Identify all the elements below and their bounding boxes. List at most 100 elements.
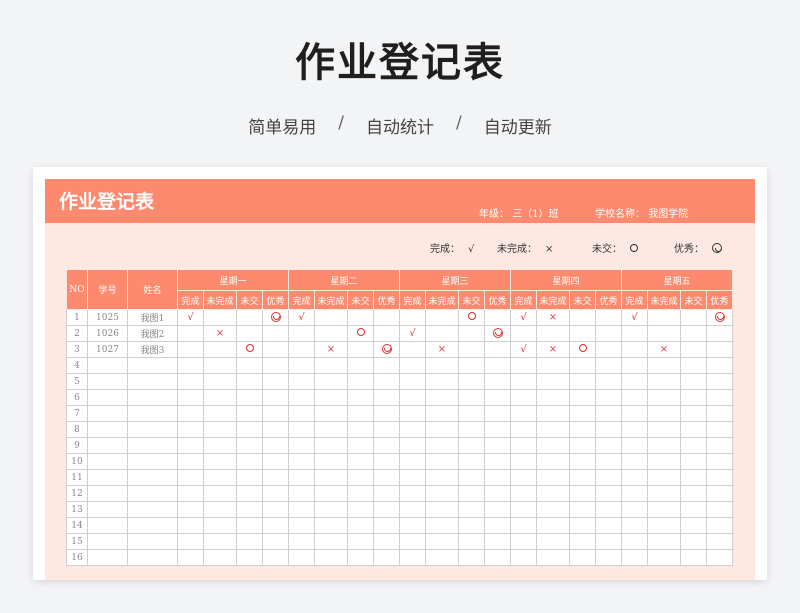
mark-cell[interactable] [262, 357, 289, 374]
mark-cell[interactable] [236, 549, 263, 566]
cell-no[interactable]: 1 [66, 309, 88, 326]
mark-cell[interactable] [621, 533, 648, 550]
mark-cell[interactable] [262, 325, 289, 342]
mark-cell[interactable] [706, 389, 733, 406]
mark-cell[interactable] [425, 405, 459, 422]
mark-cell[interactable] [706, 469, 733, 486]
mark-cell[interactable] [536, 421, 570, 438]
mark-cell[interactable] [595, 501, 622, 518]
mark-cell[interactable] [621, 517, 648, 534]
mark-cell[interactable] [621, 437, 648, 454]
mark-cell[interactable] [236, 309, 263, 326]
mark-cell[interactable] [314, 453, 348, 470]
mark-cell[interactable] [706, 325, 733, 342]
mark-cell[interactable] [706, 517, 733, 534]
mark-cell[interactable] [621, 373, 648, 390]
mark-cell[interactable] [706, 357, 733, 374]
mark-cell[interactable] [314, 309, 348, 326]
cell-id[interactable] [87, 517, 128, 534]
cell-name[interactable] [127, 389, 178, 406]
cell-id[interactable] [87, 373, 128, 390]
mark-cell[interactable] [458, 549, 485, 566]
mark-cell[interactable] [484, 453, 511, 470]
mark-cell[interactable] [373, 533, 400, 550]
mark-cell[interactable] [536, 517, 570, 534]
mark-cell[interactable] [314, 325, 348, 342]
mark-cell[interactable] [595, 549, 622, 566]
cell-no[interactable]: 4 [66, 357, 88, 374]
mark-cell[interactable] [647, 501, 681, 518]
cell-name[interactable] [127, 501, 178, 518]
mark-cell[interactable] [236, 357, 263, 374]
cell-id[interactable] [87, 469, 128, 486]
mark-cell[interactable] [177, 453, 204, 470]
cell-name[interactable] [127, 453, 178, 470]
cell-no[interactable]: 11 [66, 469, 88, 486]
mark-cell[interactable] [680, 373, 707, 390]
mark-cell[interactable] [262, 485, 289, 502]
mark-cell[interactable] [647, 469, 681, 486]
mark-cell[interactable] [425, 549, 459, 566]
mark-cell[interactable] [314, 437, 348, 454]
mark-cell[interactable] [569, 437, 596, 454]
mark-cell[interactable] [262, 341, 289, 358]
mark-cell[interactable] [347, 437, 374, 454]
mark-cell[interactable] [399, 485, 426, 502]
mark-cell[interactable] [680, 309, 707, 326]
mark-cell[interactable] [647, 325, 681, 342]
mark-cell[interactable] [458, 453, 485, 470]
mark-cell[interactable] [569, 453, 596, 470]
cross-mark-cell[interactable]: × [536, 309, 570, 326]
mark-cell[interactable] [680, 437, 707, 454]
mark-cell[interactable] [203, 421, 237, 438]
mark-cell[interactable] [347, 501, 374, 518]
mark-cell[interactable] [425, 373, 459, 390]
mark-cell[interactable] [236, 325, 263, 342]
mark-cell[interactable] [569, 357, 596, 374]
cell-name[interactable] [127, 357, 178, 374]
mark-cell[interactable] [347, 469, 374, 486]
mark-cell[interactable] [647, 453, 681, 470]
mark-cell[interactable] [399, 405, 426, 422]
mark-cell[interactable] [203, 453, 237, 470]
mark-cell[interactable] [177, 389, 204, 406]
mark-cell[interactable] [706, 421, 733, 438]
mark-cell[interactable] [425, 453, 459, 470]
mark-cell[interactable] [680, 501, 707, 518]
circle-mark-cell[interactable] [347, 325, 374, 342]
mark-cell[interactable] [347, 549, 374, 566]
mark-cell[interactable] [236, 533, 263, 550]
mark-cell[interactable] [425, 357, 459, 374]
mark-cell[interactable] [347, 389, 374, 406]
mark-cell[interactable] [399, 469, 426, 486]
cell-id[interactable] [87, 437, 128, 454]
mark-cell[interactable] [288, 453, 315, 470]
mark-cell[interactable] [647, 549, 681, 566]
smile-mark-cell[interactable] [262, 309, 289, 326]
mark-cell[interactable] [621, 341, 648, 358]
mark-cell[interactable] [203, 517, 237, 534]
mark-cell[interactable] [680, 357, 707, 374]
mark-cell[interactable] [569, 325, 596, 342]
mark-cell[interactable] [288, 517, 315, 534]
mark-cell[interactable] [458, 421, 485, 438]
mark-cell[interactable] [314, 389, 348, 406]
mark-cell[interactable] [347, 309, 374, 326]
mark-cell[interactable] [706, 341, 733, 358]
mark-cell[interactable] [458, 469, 485, 486]
cell-name[interactable] [127, 517, 178, 534]
mark-cell[interactable] [510, 485, 537, 502]
mark-cell[interactable] [484, 501, 511, 518]
mark-cell[interactable] [262, 405, 289, 422]
mark-cell[interactable] [288, 405, 315, 422]
mark-cell[interactable] [399, 549, 426, 566]
mark-cell[interactable] [347, 421, 374, 438]
cell-id[interactable] [87, 453, 128, 470]
mark-cell[interactable] [621, 485, 648, 502]
mark-cell[interactable] [399, 453, 426, 470]
mark-cell[interactable] [680, 517, 707, 534]
mark-cell[interactable] [177, 357, 204, 374]
mark-cell[interactable] [314, 357, 348, 374]
mark-cell[interactable] [203, 389, 237, 406]
mark-cell[interactable] [536, 357, 570, 374]
